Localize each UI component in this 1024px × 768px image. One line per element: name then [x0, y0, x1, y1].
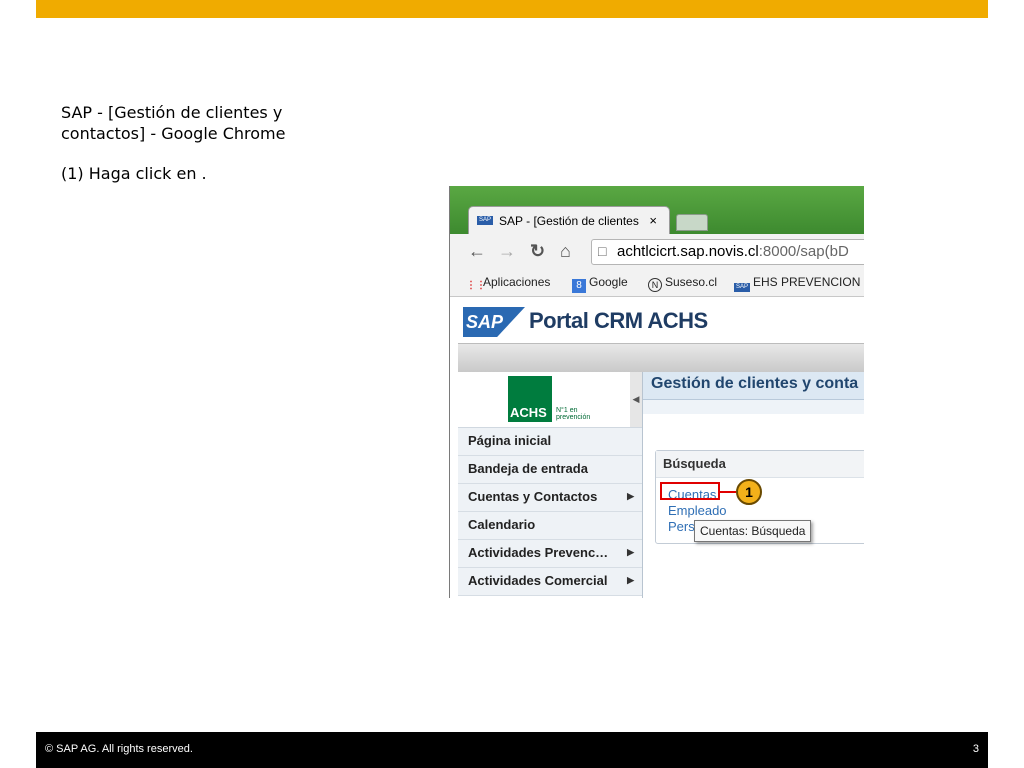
achs-logo: ACHS — [508, 376, 552, 422]
slide-instruction: (1) Haga click en . — [61, 164, 207, 183]
back-arrow-icon[interactable]: ← — [468, 241, 486, 262]
url-host: achtlcicrt.sap.novis.cl — [617, 243, 759, 260]
forward-arrow-icon[interactable]: → — [498, 241, 516, 262]
achs-tagline-line1: N°1 en — [556, 407, 578, 414]
browser-toolbar: ← → ↻ ⌂ □ achtlcicrt.sap.novis.cl:8000/s… — [450, 234, 864, 268]
page-subheader — [643, 400, 864, 414]
page-header: Gestión de clientes y conta — [643, 372, 864, 400]
sap-icon: SAP — [734, 283, 750, 292]
apps-icon: ⋮⋮ — [466, 280, 486, 291]
navigation-panel: ACHS N°1 en prevención ◀ Página inicial B… — [458, 372, 643, 598]
page-title: Gestión de clientes y conta — [651, 375, 859, 392]
tooltip: Cuentas: Búsqueda — [694, 520, 812, 542]
browser-tabstrip: SAP SAP - [Gestión de clientes × — [450, 186, 864, 235]
reload-icon[interactable]: ↻ — [530, 241, 545, 262]
portal-title: Portal CRM ACHS — [529, 308, 708, 333]
page-number: 3 — [972, 743, 979, 755]
portal-toolbar-band — [458, 343, 864, 373]
top-accent-bar — [36, 0, 988, 18]
url-text: achtlcicrt.sap.novis.cl:8000/sap(bD — [617, 243, 849, 260]
google-icon: 8 — [572, 279, 586, 293]
slide-title: SAP - [Gestión de clientes y contactos] … — [61, 103, 286, 143]
menu-item-bandeja[interactable]: Bandeja de entrada — [458, 456, 642, 484]
portal-header: SAP Portal CRM ACHS — [450, 297, 864, 343]
menu-label: Actividades Comercial — [468, 573, 608, 588]
step-callout: 1 — [736, 479, 762, 505]
slide-text: SAP - [Gestión de clientes y contactos] … — [61, 102, 361, 184]
bookmarks-bar: ⋮⋮Aplicaciones 8 Google N Suseso.cl SAP EHS… — [450, 268, 864, 297]
home-icon[interactable]: ⌂ — [560, 241, 571, 262]
footer-bar: © SAP AG. All rights reserved. 3 — [36, 732, 988, 768]
address-bar[interactable]: □ achtlcicrt.sap.novis.cl:8000/sap(bD — [591, 239, 864, 265]
link-empleado[interactable]: Empleado — [668, 503, 727, 518]
search-group-header: Búsqueda — [656, 451, 864, 478]
menu-label: Página inicial — [468, 433, 552, 448]
close-tab-icon[interactable]: × — [649, 213, 657, 228]
bookmark-label: Suseso.cl — [665, 275, 718, 289]
link-personas[interactable]: Pers — [668, 519, 695, 534]
menu-label: Calendario — [468, 517, 536, 532]
achs-tagline: N°1 en prevención — [556, 407, 590, 421]
footer-copyright: © SAP AG. All rights reserved. — [45, 743, 193, 755]
menu-item-pagina-inicial[interactable]: Página inicial — [458, 428, 642, 456]
bookmark-suseso[interactable]: N Suseso.cl — [648, 275, 717, 292]
sap-favicon-icon: SAP — [477, 216, 493, 225]
bookmark-label: Google — [589, 275, 628, 289]
highlight-box — [660, 482, 720, 500]
url-path: :8000/sap(bD — [758, 243, 849, 260]
tab-title: SAP - [Gestión de clientes — [499, 214, 639, 228]
menu-label: Actividades Prevenc… — [468, 545, 609, 560]
page-icon: □ — [598, 243, 607, 259]
bookmark-aplicaciones[interactable]: ⋮⋮Aplicaciones — [466, 275, 550, 293]
menu-item-calendario[interactable]: Calendario — [458, 512, 642, 540]
menu-item-actividades-prevencion[interactable]: Actividades Prevenc… ▶ — [458, 540, 642, 568]
achs-logo-area: ACHS N°1 en prevención ◀ — [458, 372, 642, 428]
suseso-icon: N — [648, 278, 662, 292]
search-group-title: Búsqueda — [663, 456, 726, 471]
submenu-arrow-icon: ▶ — [627, 547, 634, 557]
bookmark-label: Aplicaciones — [483, 275, 551, 289]
achs-tagline-line2: prevención — [556, 414, 591, 421]
submenu-arrow-icon: ▶ — [627, 575, 634, 585]
submenu-arrow-icon: ▶ — [627, 491, 634, 501]
bookmark-ehs[interactable]: SAP EHS PREVENCION — [734, 275, 860, 292]
callout-connector — [720, 491, 736, 493]
browser-tab[interactable]: SAP SAP - [Gestión de clientes × — [468, 206, 670, 235]
sap-logo: SAP — [463, 307, 525, 337]
achs-logo-text: ACHS — [510, 405, 547, 420]
bookmark-label: EHS PREVENCION — [753, 275, 861, 289]
bookmark-google[interactable]: 8 Google — [572, 275, 628, 293]
collapse-arrow-icon[interactable]: ◀ — [630, 372, 642, 427]
menu-label: Cuentas y Contactos — [468, 489, 598, 504]
menu-item-actividades-comercial[interactable]: Actividades Comercial ▶ — [458, 568, 642, 596]
menu-label: Bandeja de entrada — [468, 461, 588, 476]
browser-screenshot: SAP SAP - [Gestión de clientes × ← → ↻ ⌂… — [449, 186, 864, 598]
new-tab-button[interactable] — [676, 214, 708, 231]
menu-item-cuentas-contactos[interactable]: Cuentas y Contactos ▶ — [458, 484, 642, 512]
